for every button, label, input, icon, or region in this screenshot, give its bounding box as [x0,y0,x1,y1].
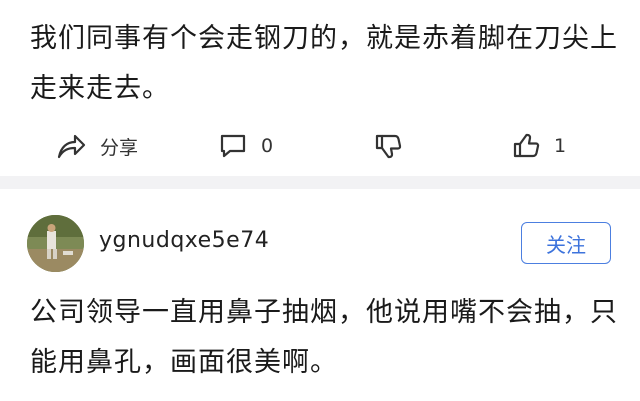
feed-page: 我们同事有个会走钢刀的，就是赤着脚在刀尖上走来走去。 分享 0 1 ygnudq… [0,0,640,401]
comment-button[interactable]: 0 [219,122,273,170]
like-count: 1 [554,135,567,157]
comment-count: 0 [261,135,274,157]
post-separator [0,176,640,189]
like-button[interactable]: 1 [512,122,566,170]
thumbs-down-icon [374,132,402,160]
dislike-button[interactable] [374,122,402,170]
follow-button[interactable]: 关注 [521,222,611,264]
post-text: 公司领导一直用鼻子抽烟，他说用嘴不会抽，只能用鼻孔，画面很美啊。 [30,297,618,378]
share-label: 分享 [100,136,139,159]
username[interactable]: ygnudqxe5e74 [99,228,269,253]
share-arrow-icon [56,132,86,160]
thumbs-up-icon [512,132,540,160]
post-text: 我们同事有个会走钢刀的，就是赤着脚在刀尖上走来走去。 [30,23,618,104]
share-button[interactable]: 分享 [56,122,138,170]
post-action-bar: 分享 0 1 [0,122,640,170]
comment-bubble-icon [219,132,247,160]
avatar[interactable] [27,215,84,272]
